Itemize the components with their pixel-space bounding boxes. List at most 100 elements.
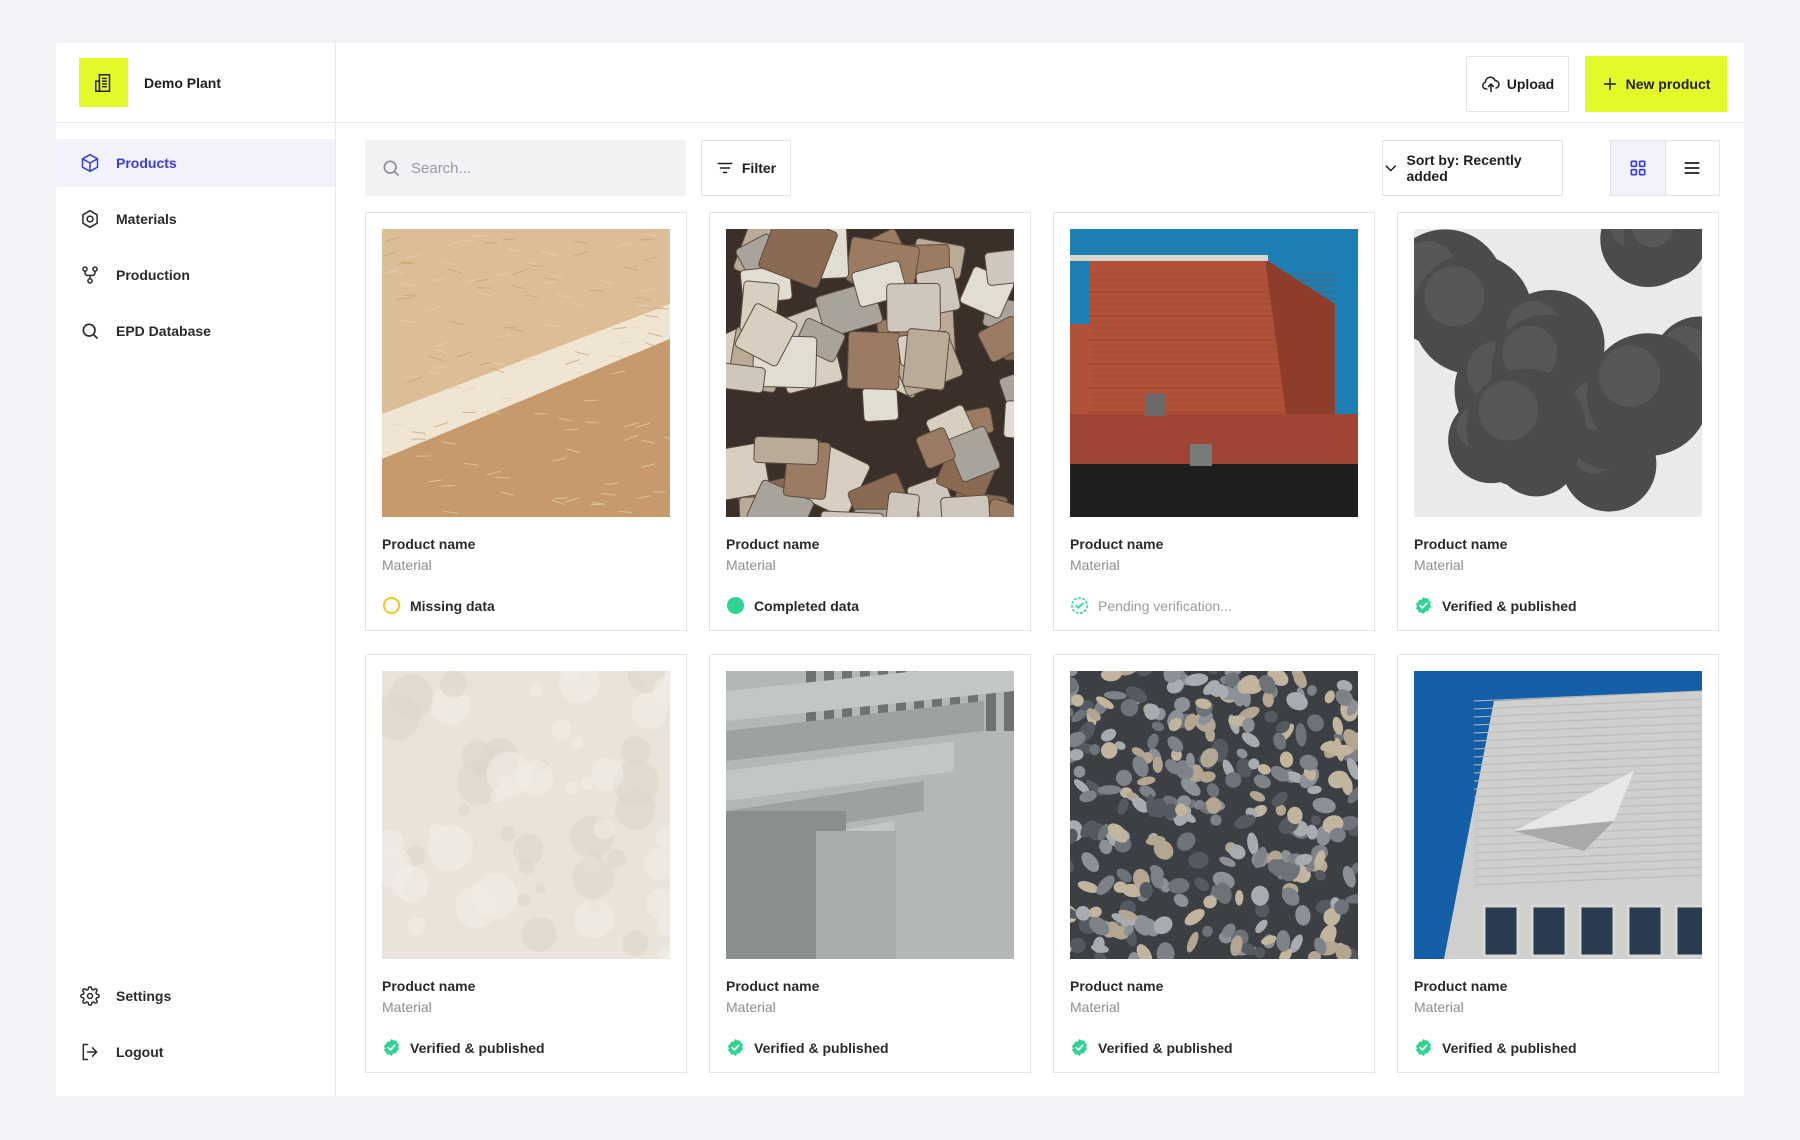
status-label: Verified & published (1442, 1039, 1577, 1056)
upload-label: Upload (1506, 76, 1555, 92)
search-input[interactable] (411, 159, 671, 177)
topbar: Upload New product (336, 43, 1744, 123)
hexagon-icon (80, 209, 100, 229)
empty-circle-icon (382, 596, 401, 615)
status-badge: Verified & published (1414, 596, 1577, 615)
product-card[interactable]: Product name Material Pending verificati… (1053, 212, 1375, 631)
product-name: Product name (726, 978, 820, 994)
filter-icon (717, 162, 733, 174)
sidebar: Demo Plant Products Materials Production (56, 43, 336, 1096)
building-icon (79, 58, 128, 107)
plus-icon (1603, 77, 1616, 91)
product-card[interactable]: Product name Material Verified & publish… (1397, 654, 1719, 1073)
sidebar-bottom: Settings Logout (56, 972, 335, 1084)
product-material: Material (1070, 557, 1120, 573)
product-image (382, 671, 670, 959)
status-label: Verified & published (754, 1039, 889, 1056)
product-name: Product name (382, 536, 476, 552)
sidebar-item-settings[interactable]: Settings (56, 972, 335, 1020)
product-image (382, 229, 670, 517)
verified-check-icon (1070, 1038, 1089, 1057)
product-card[interactable]: Product name Material Verified & publish… (1053, 654, 1375, 1073)
search-box (365, 140, 686, 196)
status-badge: Pending verification... (1070, 596, 1232, 615)
verified-check-icon (1414, 596, 1433, 615)
chevron-down-icon (1385, 165, 1396, 172)
status-badge: Missing data (382, 596, 495, 615)
product-card[interactable]: Product name Material Verified & publish… (709, 654, 1031, 1073)
status-badge: Completed data (726, 596, 859, 615)
sidebar-item-materials[interactable]: Materials (56, 195, 335, 243)
app-window: Demo Plant Products Materials Production (56, 43, 1744, 1096)
product-material: Material (1414, 557, 1464, 573)
brand-name: Demo Plant (144, 74, 222, 91)
brand[interactable]: Demo Plant (56, 43, 335, 123)
status-badge: Verified & published (382, 1038, 545, 1057)
product-card[interactable]: Product name Material Missing data (365, 212, 687, 631)
list-icon (1684, 162, 1700, 174)
sidebar-item-production[interactable]: Production (56, 251, 335, 299)
sidebar-nav: Products Materials Production EPD Databa… (56, 123, 335, 355)
product-name: Product name (726, 536, 820, 552)
sort-label: Sort by: Recently added (1406, 152, 1522, 184)
filled-circle-icon (726, 596, 745, 615)
product-material: Material (1414, 999, 1464, 1015)
status-label: Pending verification... (1098, 597, 1232, 614)
pending-check-icon (1070, 596, 1089, 615)
status-badge: Verified & published (1070, 1038, 1233, 1057)
filter-label: Filter (741, 160, 777, 176)
product-image (1070, 229, 1358, 517)
product-card[interactable]: Product name Material Verified & publish… (365, 654, 687, 1073)
sidebar-item-label: EPD Database (116, 323, 211, 339)
product-material: Material (726, 999, 776, 1015)
status-label: Verified & published (410, 1039, 545, 1056)
verified-check-icon (726, 1038, 745, 1057)
flow-icon (80, 265, 100, 285)
sidebar-item-label: Products (116, 155, 177, 171)
sidebar-item-label: Settings (116, 988, 172, 1004)
sidebar-item-logout[interactable]: Logout (56, 1028, 335, 1076)
logout-icon (80, 1042, 100, 1062)
gear-icon (80, 986, 100, 1006)
status-badge: Verified & published (726, 1038, 889, 1057)
product-card[interactable]: Product name Material Completed data (709, 212, 1031, 631)
status-label: Verified & published (1098, 1039, 1233, 1056)
product-name: Product name (1414, 536, 1508, 552)
product-image (726, 229, 1014, 517)
product-card[interactable]: Product name Material Verified & publish… (1397, 212, 1719, 631)
list-view-button[interactable] (1666, 141, 1720, 195)
search-icon (383, 160, 400, 177)
status-label: Completed data (754, 597, 860, 614)
product-material: Material (1070, 999, 1120, 1015)
box-icon (80, 153, 100, 173)
product-image (726, 671, 1014, 959)
sidebar-item-products[interactable]: Products (56, 139, 335, 187)
product-name: Product name (382, 978, 476, 994)
sidebar-item-epd-database[interactable]: EPD Database (56, 307, 335, 355)
product-material: Material (382, 557, 432, 573)
product-image (1414, 229, 1702, 517)
upload-button[interactable]: Upload (1466, 56, 1569, 112)
view-toggle (1610, 140, 1720, 196)
search-icon (80, 321, 100, 341)
status-badge: Verified & published (1414, 1038, 1577, 1057)
product-name: Product name (1070, 978, 1164, 994)
product-material: Material (382, 999, 432, 1015)
sort-dropdown[interactable]: Sort by: Recently added (1382, 140, 1563, 196)
sidebar-item-label: Production (116, 267, 190, 283)
grid-view-button[interactable] (1611, 141, 1666, 195)
verified-check-icon (1414, 1038, 1433, 1057)
product-material: Material (726, 557, 776, 573)
filter-button[interactable]: Filter (701, 140, 791, 196)
cloud-upload-icon (1481, 76, 1500, 93)
status-label: Missing data (410, 597, 495, 614)
new-product-label: New product (1625, 76, 1711, 92)
product-name: Product name (1070, 536, 1164, 552)
product-image (1414, 671, 1702, 959)
grid-icon (1630, 160, 1646, 176)
verified-check-icon (382, 1038, 401, 1057)
product-image (1070, 671, 1358, 959)
sidebar-item-label: Logout (116, 1044, 164, 1060)
status-label: Verified & published (1442, 597, 1577, 614)
new-product-button[interactable]: New product (1585, 56, 1727, 112)
